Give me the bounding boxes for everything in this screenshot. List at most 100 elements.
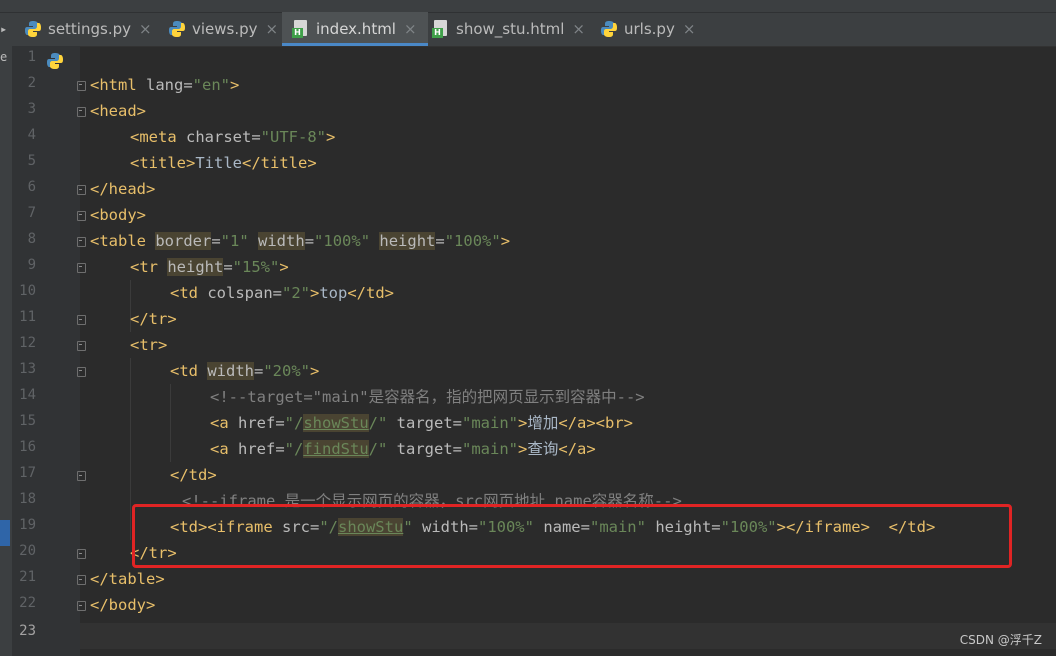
fold-toggle-icon[interactable] [76, 471, 86, 482]
code-token: > [500, 232, 511, 250]
line-number: 10 [19, 283, 36, 299]
code-line-7: <body> [90, 206, 146, 224]
tab-index-html[interactable]: H index.html × [282, 12, 428, 46]
project-panel-text: e [0, 50, 8, 64]
fold-toggle-icon[interactable] [76, 237, 86, 248]
python-file-icon [46, 52, 64, 70]
code-token: > [230, 76, 240, 94]
fold-toggle-icon[interactable] [76, 81, 86, 92]
code-line-21: </table> [90, 570, 165, 588]
fold-toggle-icon[interactable] [76, 315, 86, 326]
code-token: <table [90, 232, 156, 250]
line-number: 3 [27, 101, 36, 117]
line-number: 7 [27, 205, 36, 221]
code-token: Title [195, 154, 242, 172]
tab-views-py[interactable]: views.py × [158, 12, 286, 46]
code-line-22: </body> [90, 596, 156, 614]
line-number: 19 [19, 517, 36, 533]
editor-tab-bar: ▸ settings.py × views.py × H index.html … [0, 0, 1056, 47]
code-line-14: <!--target="main"是容器名，指的把网页显示到容器中--> [210, 388, 645, 406]
code-line-10: <td colspan="2">top</td> [170, 280, 394, 306]
code-token: border [155, 232, 212, 250]
code-token: colspan= [207, 284, 282, 302]
code-token: <meta [130, 128, 186, 146]
code-token: "/ [284, 414, 304, 432]
tab-label: views.py [192, 20, 258, 38]
code-token: width [207, 362, 254, 380]
code-token: target= [387, 440, 462, 458]
close-icon[interactable]: × [139, 20, 152, 38]
project-selection-marker [0, 520, 10, 546]
fold-toggle-icon[interactable] [76, 601, 86, 612]
fold-toggle-icon[interactable] [76, 575, 86, 586]
fold-toggle-icon[interactable] [76, 263, 86, 274]
close-icon[interactable]: × [572, 20, 585, 38]
code-token: </td> [347, 284, 394, 302]
close-icon[interactable]: × [683, 20, 696, 38]
python-file-icon [24, 20, 42, 38]
code-token: > [279, 258, 289, 276]
code-token: charset= [186, 128, 261, 146]
code-line-12: <tr> [130, 336, 168, 354]
code-token: "100%" [444, 232, 501, 250]
code-token: lang= [146, 76, 193, 94]
html-file-icon: H [292, 20, 310, 38]
line-number: 13 [19, 361, 36, 377]
code-token: "15%" [232, 258, 280, 276]
close-icon[interactable]: × [266, 20, 279, 38]
line-number: 20 [19, 543, 36, 559]
tab-settings-py[interactable]: settings.py × [14, 12, 164, 46]
line-number: 9 [27, 257, 36, 273]
code-token: href= [238, 440, 285, 458]
code-line-17: </td> [170, 466, 217, 484]
line-number: 18 [19, 491, 36, 507]
fold-toggle-icon[interactable] [76, 107, 86, 118]
code-token: > [310, 362, 320, 380]
code-line-5: <title>Title</title> [130, 150, 317, 176]
code-line-3: <head> [90, 102, 146, 120]
code-token: </a> [558, 440, 596, 458]
code-token: "UTF-8" [260, 128, 326, 146]
close-icon[interactable]: × [404, 20, 417, 38]
tab-label: urls.py [624, 20, 675, 38]
line-number: 12 [19, 335, 36, 351]
code-token: /" [368, 414, 388, 432]
line-number-current: 23 [19, 623, 36, 639]
code-token: <td [170, 362, 208, 380]
code-token: </title> [242, 154, 317, 172]
code-line-15: <a href="/showStu/" target="main">增加</a>… [210, 410, 633, 436]
code-token: "100%" [314, 232, 371, 250]
code-token: > [309, 284, 320, 302]
code-token: "main" [462, 440, 518, 458]
fold-toggle-icon[interactable] [76, 211, 86, 222]
line-number: 21 [19, 569, 36, 585]
fold-toggle-icon[interactable] [76, 549, 86, 560]
fold-toggle-icon[interactable] [76, 185, 86, 196]
code-line-9: <tr height="15%"> [130, 254, 289, 280]
line-number: 5 [27, 153, 36, 169]
tab-urls-py[interactable]: urls.py × [590, 12, 710, 46]
code-token: /" [368, 440, 388, 458]
code-token: 增加 [527, 414, 559, 432]
code-token: > [325, 128, 336, 146]
code-token: = [435, 232, 445, 250]
code-token: showStu [303, 414, 369, 432]
tab-label: settings.py [48, 20, 131, 38]
python-file-icon [600, 20, 618, 38]
tab-show-stu-html[interactable]: H show_stu.html × [422, 12, 596, 46]
fold-toggle-icon[interactable] [76, 341, 86, 352]
line-number: 6 [27, 179, 36, 195]
fold-toggle-icon[interactable] [76, 367, 86, 378]
code-line-2: <html lang="en"> [90, 72, 239, 98]
line-number: 2 [27, 75, 36, 91]
tab-overflow-arrow[interactable]: ▸ [0, 12, 8, 46]
line-number: 1 [27, 49, 36, 65]
code-token: height [379, 232, 436, 250]
line-number: 14 [19, 387, 36, 403]
code-token: <a [210, 414, 238, 432]
python-file-icon [168, 20, 186, 38]
line-number: 15 [19, 413, 36, 429]
code-token: <a [210, 440, 238, 458]
